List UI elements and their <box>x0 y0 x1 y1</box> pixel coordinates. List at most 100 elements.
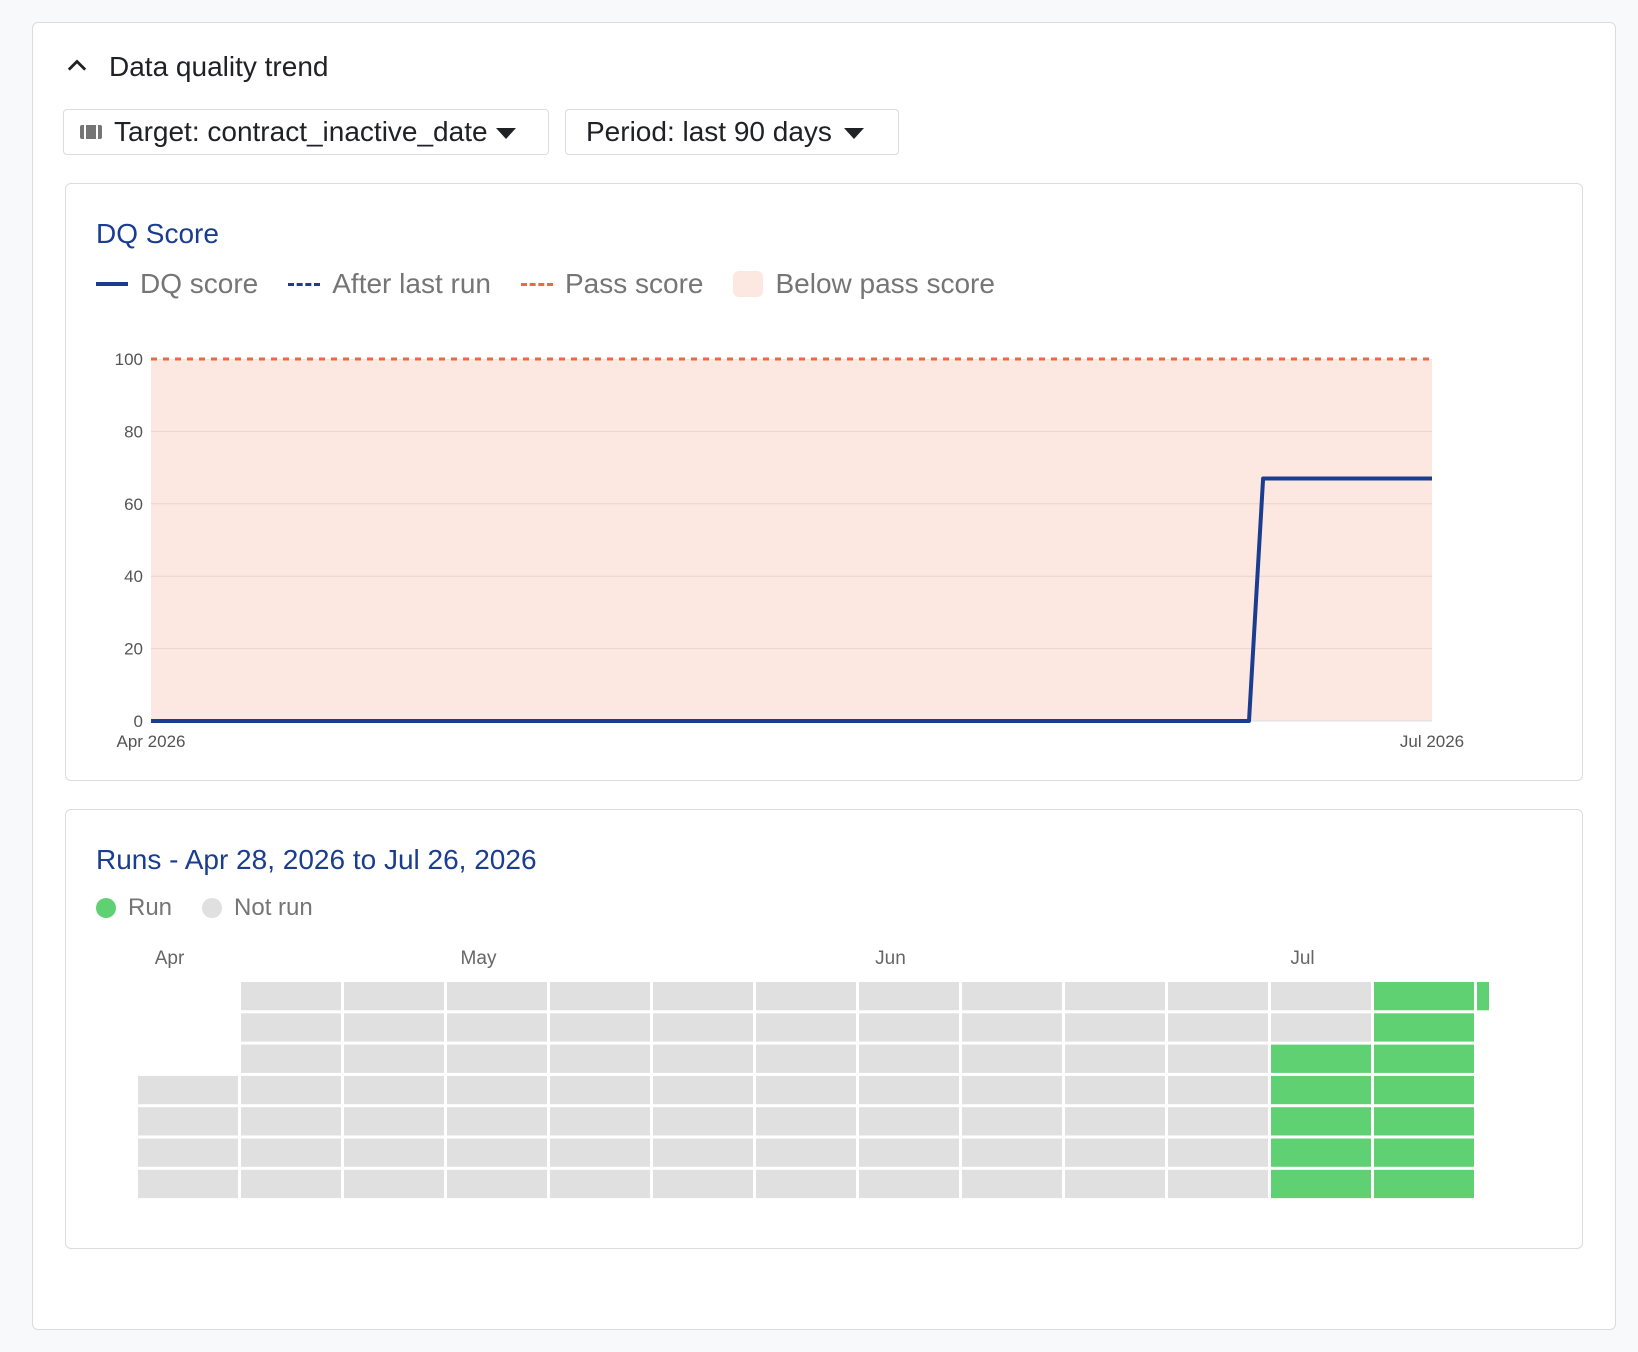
not-run-cell <box>550 1075 650 1105</box>
not-run-cell <box>1065 982 1165 1011</box>
month-label: Jul <box>1290 948 1314 969</box>
run-cell <box>1374 1138 1474 1167</box>
not-run-cell <box>241 1044 341 1073</box>
not-run-cell <box>653 1044 753 1073</box>
chevron-up-icon[interactable] <box>63 51 91 84</box>
not-run-cell <box>550 1044 650 1073</box>
y-tick-label: 60 <box>124 495 143 514</box>
not-run-cell <box>1168 1075 1268 1105</box>
not-run-cell <box>241 1013 341 1042</box>
not-run-cell <box>447 1044 547 1073</box>
run-cell <box>1374 1169 1474 1199</box>
run-cell <box>1271 1169 1371 1199</box>
dropdown-arrow-icon <box>844 128 864 139</box>
y-tick-label: 0 <box>134 712 143 731</box>
not-run-cell <box>962 1138 1062 1167</box>
not-run-cell <box>653 1169 753 1199</box>
not-run-cell <box>1065 1075 1165 1105</box>
run-cell <box>1374 1075 1474 1105</box>
not-run-cell <box>1065 1169 1165 1199</box>
not-run-cell <box>138 1138 238 1167</box>
not-run-cell <box>138 1075 238 1105</box>
period-select[interactable]: Period: last 90 days <box>565 109 899 155</box>
not-run-cell <box>1065 1044 1165 1073</box>
not-run-cell <box>344 982 444 1011</box>
not-run-cell <box>756 1169 856 1199</box>
not-run-cell <box>344 1107 444 1136</box>
not-run-cell <box>550 1107 650 1136</box>
run-cell <box>1271 1075 1371 1105</box>
not-run-cell <box>962 1169 1062 1199</box>
not-run-cell <box>962 1107 1062 1136</box>
not-run-cell <box>756 1075 856 1105</box>
dq-score-chart: 0 20 40 60 80 100 Apr 2026 Jul 2026 <box>115 350 1465 751</box>
not-run-cell <box>1168 1169 1268 1199</box>
section-header[interactable]: Data quality trend <box>63 47 328 87</box>
run-cell <box>1271 1044 1371 1073</box>
not-run-cell <box>756 1107 856 1136</box>
not-run-cell <box>344 1169 444 1199</box>
not-run-cell <box>962 1075 1062 1105</box>
not-run-cell <box>447 1075 547 1105</box>
not-run-cell <box>1168 1107 1268 1136</box>
not-run-cell <box>1065 1107 1165 1136</box>
not-run-cell <box>550 1013 650 1042</box>
not-run-cell <box>756 1044 856 1073</box>
target-select-label: Target: contract_inactive_date <box>114 116 488 147</box>
not-run-cell <box>241 1107 341 1136</box>
data-quality-trend-panel: Data quality trend Target: contract_inac… <box>32 22 1616 1330</box>
run-cell <box>1374 1044 1474 1073</box>
dropdown-arrow-icon <box>496 128 516 139</box>
dq-score-card: DQ Score DQ score After last run Pass sc… <box>65 183 1583 781</box>
month-label: Jun <box>875 948 906 969</box>
not-run-cell <box>447 1169 547 1199</box>
not-run-cell <box>550 1138 650 1167</box>
not-run-cell <box>550 982 650 1011</box>
not-run-cell <box>241 1138 341 1167</box>
x-tick-label: Jul 2026 <box>1400 732 1464 751</box>
not-run-cell <box>1168 982 1268 1011</box>
not-run-cell <box>653 1107 753 1136</box>
not-run-cell <box>653 1138 753 1167</box>
not-run-cell <box>241 1075 341 1105</box>
not-run-cell <box>1065 1013 1165 1042</box>
x-tick-label: Apr 2026 <box>117 732 186 751</box>
not-run-cell <box>962 982 1062 1011</box>
not-run-cell <box>241 982 341 1011</box>
not-run-cell <box>756 982 856 1011</box>
not-run-cell <box>241 1169 341 1199</box>
not-run-cell <box>653 982 753 1011</box>
not-run-cell <box>344 1075 444 1105</box>
run-cell <box>1374 1013 1474 1042</box>
not-run-cell <box>859 982 959 1011</box>
not-run-cell <box>447 1013 547 1042</box>
run-cell <box>1271 1107 1371 1136</box>
run-cell <box>1477 982 1489 1011</box>
period-select-label: Period: last 90 days <box>586 116 832 147</box>
not-run-cell <box>344 1138 444 1167</box>
not-run-cell <box>344 1013 444 1042</box>
not-run-cell <box>1271 982 1371 1011</box>
not-run-cell <box>138 1169 238 1199</box>
not-run-cell <box>859 1075 959 1105</box>
run-cell <box>1374 982 1474 1011</box>
not-run-cell <box>756 1013 856 1042</box>
section-title: Data quality trend <box>109 51 329 82</box>
not-run-cell <box>859 1138 959 1167</box>
table-icon <box>80 123 102 141</box>
not-run-cell <box>1168 1044 1268 1073</box>
not-run-cell <box>859 1044 959 1073</box>
run-cell <box>1374 1107 1474 1136</box>
not-run-cell <box>1168 1138 1268 1167</box>
not-run-cell <box>344 1044 444 1073</box>
not-run-cell <box>447 982 547 1011</box>
y-tick-label: 80 <box>124 422 143 441</box>
runs-heatmap: Apr May Jun Jul <box>138 948 1489 1199</box>
not-run-cell <box>138 1107 238 1136</box>
not-run-cell <box>1065 1138 1165 1167</box>
y-tick-label: 20 <box>124 640 143 659</box>
not-run-cell <box>859 1169 959 1199</box>
target-select[interactable]: Target: contract_inactive_date <box>63 109 549 155</box>
not-run-cell <box>653 1075 753 1105</box>
below-pass-area <box>151 359 1432 721</box>
